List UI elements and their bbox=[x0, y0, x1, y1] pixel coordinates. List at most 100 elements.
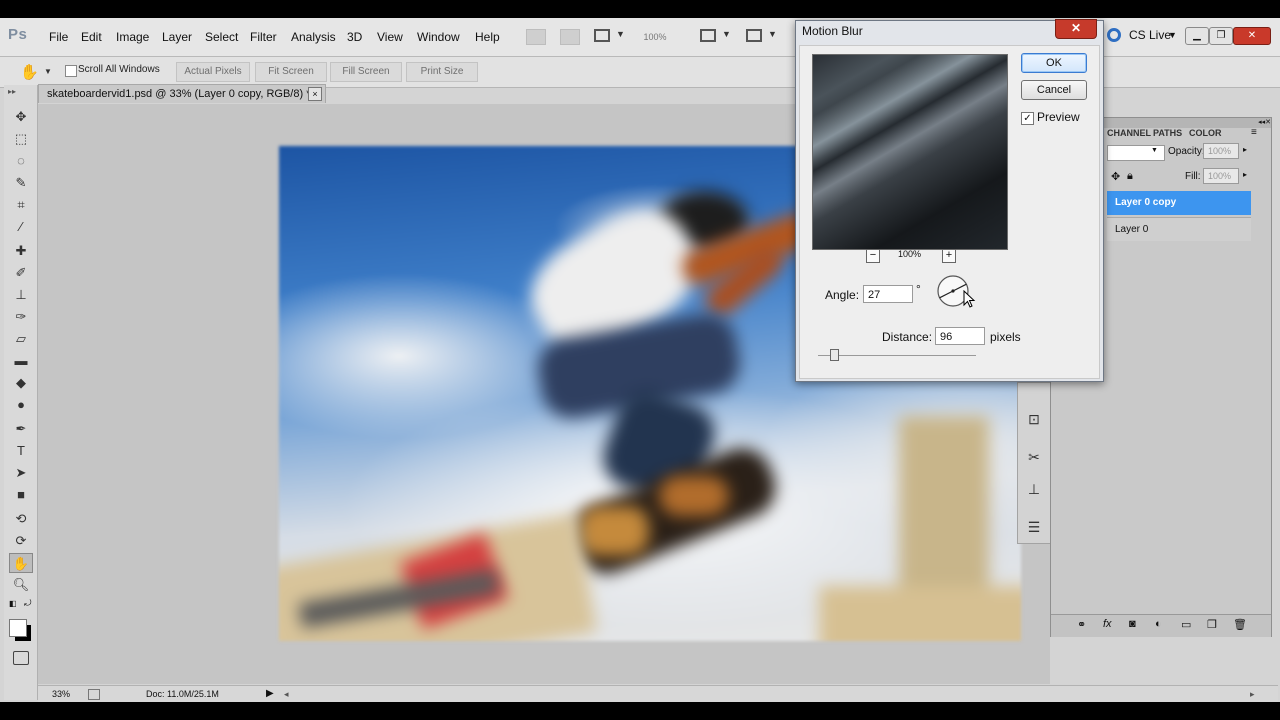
preview-checkbox[interactable]: ✓ bbox=[1021, 112, 1034, 125]
new-layer-icon[interactable]: ❐ bbox=[1207, 618, 1217, 631]
chevron-right-icon[interactable]: ▸ bbox=[1243, 145, 1247, 154]
history-panel-icon[interactable]: ⊡ bbox=[1024, 409, 1044, 429]
dodge-tool-icon[interactable]: ● bbox=[9, 395, 33, 415]
delete-layer-icon[interactable]: 🗑︎ bbox=[1233, 618, 1247, 631]
panel-collapse-icon[interactable]: ▸▸ bbox=[8, 87, 16, 96]
zoom-tool-icon[interactable]: 🔍︎ bbox=[9, 575, 33, 595]
3d-rotate-tool-icon[interactable]: ⟲ bbox=[9, 509, 33, 529]
menu-image[interactable]: Image bbox=[116, 30, 149, 44]
pen-tool-icon[interactable]: ✒ bbox=[9, 419, 33, 439]
filter-preview[interactable] bbox=[812, 54, 1008, 250]
cancel-button[interactable]: Cancel bbox=[1021, 80, 1087, 100]
path-selection-tool-icon[interactable]: ➤ bbox=[9, 463, 33, 483]
new-group-icon[interactable]: ▭ bbox=[1181, 618, 1191, 631]
restore-button[interactable]: ❐ bbox=[1209, 27, 1233, 45]
scroll-right-icon[interactable]: ▸ bbox=[1250, 686, 1255, 702]
foreground-color-swatch[interactable] bbox=[9, 619, 27, 637]
chevron-right-icon[interactable]: ▸ bbox=[1243, 170, 1247, 179]
arrange-documents-icon[interactable] bbox=[700, 29, 716, 42]
default-colors-icon[interactable]: ◧ bbox=[9, 599, 17, 608]
document-close-icon[interactable]: × bbox=[308, 87, 322, 101]
chevron-down-icon[interactable]: ▼ bbox=[1151, 147, 1158, 154]
panel-menu-icon[interactable]: ≡ bbox=[1251, 127, 1257, 138]
hand-tool-icon[interactable]: ✋ bbox=[9, 553, 33, 573]
eraser-tool-icon[interactable]: ▱ bbox=[9, 329, 33, 349]
adjustment-layer-icon[interactable]: ◐ bbox=[1155, 618, 1162, 630]
layer-mask-icon[interactable]: ◙ bbox=[1129, 618, 1136, 630]
zoom-status[interactable]: 33% bbox=[52, 686, 70, 702]
menu-edit[interactable]: Edit bbox=[81, 30, 102, 44]
chevron-down-icon[interactable]: ▼ bbox=[768, 29, 777, 39]
menu-window[interactable]: Window bbox=[417, 30, 460, 44]
distance-slider-thumb[interactable] bbox=[829, 349, 839, 361]
scroll-all-windows-checkbox[interactable] bbox=[65, 65, 77, 77]
layer-row[interactable]: Layer 0 bbox=[1107, 217, 1251, 241]
layer-row-selected[interactable]: Layer 0 copy bbox=[1107, 191, 1251, 215]
menu-filter[interactable]: Filter bbox=[250, 30, 277, 44]
swap-colors-icon[interactable]: ⤾ bbox=[24, 598, 32, 609]
menu-select[interactable]: Select bbox=[205, 30, 238, 44]
tab-color[interactable]: COLOR bbox=[1189, 128, 1222, 138]
fill-screen-button[interactable]: Fill Screen bbox=[330, 62, 402, 82]
fit-screen-button[interactable]: Fit Screen bbox=[255, 62, 327, 82]
marquee-tool-icon[interactable]: ⬚ bbox=[9, 129, 33, 149]
menu-view[interactable]: View bbox=[377, 30, 403, 44]
link-layers-icon[interactable]: ⚭ bbox=[1077, 618, 1086, 631]
quick-selection-tool-icon[interactable]: ✎ bbox=[9, 173, 33, 193]
launch-bridge-icon[interactable] bbox=[526, 29, 546, 45]
close-window-button[interactable]: ✕ bbox=[1233, 27, 1271, 45]
print-size-button[interactable]: Print Size bbox=[406, 62, 478, 82]
eyedropper-tool-icon[interactable]: ⁄ bbox=[9, 217, 33, 237]
document-tab[interactable]: skateboardervid1.psd @ 33% (Layer 0 copy… bbox=[38, 84, 326, 103]
status-icon[interactable] bbox=[88, 689, 100, 700]
chevron-down-icon[interactable]: ▼ bbox=[1168, 30, 1177, 40]
menu-analysis[interactable]: Analysis bbox=[291, 30, 336, 44]
clone-stamp-tool-icon[interactable]: ⊥ bbox=[9, 285, 33, 305]
adjustments-icon[interactable]: ☰ bbox=[1024, 517, 1044, 537]
brush-tool-icon[interactable]: ✐ bbox=[9, 263, 33, 283]
menu-3d[interactable]: 3D bbox=[347, 30, 362, 44]
lasso-tool-icon[interactable]: ◌ bbox=[9, 151, 33, 171]
type-tool-icon[interactable]: T bbox=[9, 441, 33, 461]
status-menu-arrow-icon[interactable]: ▶ bbox=[266, 686, 274, 702]
actual-pixels-button[interactable]: Actual Pixels bbox=[176, 62, 250, 82]
crop-tool-icon[interactable]: ⌗ bbox=[9, 195, 33, 215]
layer-style-icon[interactable]: fx bbox=[1103, 618, 1112, 630]
clone-source-icon[interactable]: ⊥ bbox=[1024, 479, 1044, 499]
distance-field[interactable]: 96 bbox=[935, 327, 985, 345]
tab-channels[interactable]: CHANNEL bbox=[1107, 128, 1151, 138]
cs-live-icon[interactable] bbox=[1107, 28, 1121, 42]
shape-tool-icon[interactable]: ■ bbox=[9, 485, 33, 505]
menu-help[interactable]: Help bbox=[475, 30, 500, 44]
distance-slider-track[interactable] bbox=[818, 355, 976, 356]
history-brush-tool-icon[interactable]: ✑ bbox=[9, 307, 33, 327]
tab-paths[interactable]: PATHS bbox=[1153, 128, 1182, 138]
angle-field[interactable]: 27 bbox=[863, 285, 913, 303]
lock-position-icon[interactable]: ✥ bbox=[1111, 170, 1120, 183]
ok-button[interactable]: OK bbox=[1021, 53, 1087, 73]
3d-orbit-tool-icon[interactable]: ⟳ bbox=[9, 531, 33, 551]
mini-bridge-icon[interactable] bbox=[560, 29, 580, 45]
dialog-close-button[interactable]: ✕ bbox=[1055, 19, 1097, 39]
zoom-out-button[interactable]: − bbox=[866, 249, 880, 263]
screen-mode-icon[interactable] bbox=[746, 29, 762, 42]
quick-mask-icon[interactable] bbox=[13, 651, 29, 665]
lock-all-icon[interactable]: 🔒︎ bbox=[1127, 170, 1133, 183]
hand-tool-icon[interactable]: ✋ bbox=[20, 63, 39, 81]
minimize-button[interactable]: ▁ bbox=[1185, 27, 1209, 45]
chevron-down-icon[interactable]: ▼ bbox=[616, 29, 625, 39]
chevron-down-icon[interactable]: ▼ bbox=[722, 29, 731, 39]
move-tool-icon[interactable]: ✥ bbox=[9, 107, 33, 127]
cs-live-label[interactable]: CS Live bbox=[1129, 28, 1171, 42]
healing-brush-tool-icon[interactable]: ✚ bbox=[9, 241, 33, 261]
scroll-left-icon[interactable]: ◂ bbox=[284, 686, 289, 702]
gradient-tool-icon[interactable]: ▬ bbox=[9, 351, 33, 371]
zoom-in-button[interactable]: + bbox=[942, 249, 956, 263]
opacity-field[interactable]: 100% bbox=[1203, 143, 1239, 159]
chevron-down-icon[interactable]: ▼ bbox=[44, 67, 52, 76]
blur-tool-icon[interactable]: ◆ bbox=[9, 373, 33, 393]
view-extras-icon[interactable] bbox=[594, 29, 610, 42]
menu-file[interactable]: File bbox=[49, 30, 68, 44]
menu-layer[interactable]: Layer bbox=[162, 30, 192, 44]
zoom-level-display[interactable]: 100% bbox=[634, 26, 676, 48]
